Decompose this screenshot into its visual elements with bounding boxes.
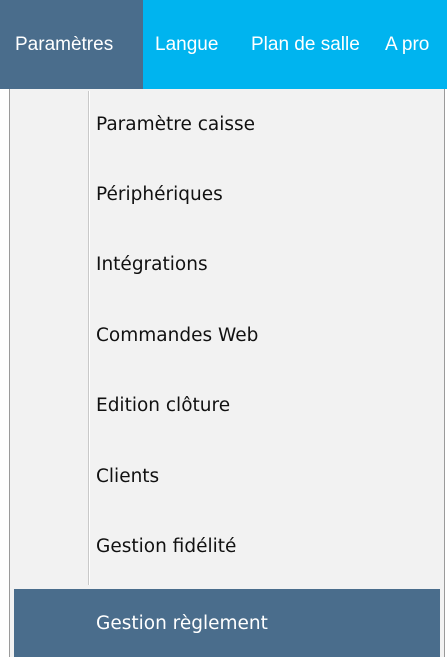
application-window: Paramètres Langue Plan de salle A pro Pa… — [0, 0, 447, 657]
menu-item-parametre-caisse[interactable]: Paramètre caisse — [10, 90, 444, 158]
menu-langue[interactable]: Langue — [155, 0, 218, 89]
menu-item-gestion-reglement[interactable]: Gestion règlement — [14, 589, 440, 657]
menu-item-gestion-fidelite[interactable]: Gestion fidélité — [10, 512, 444, 580]
parametres-dropdown-menu: Paramètre caisse Périphériques Intégrati… — [9, 89, 445, 657]
menu-item-edition-cloture[interactable]: Edition clôture — [10, 371, 444, 439]
menu-a-propos[interactable]: A pro — [385, 0, 429, 89]
menu-item-integrations[interactable]: Intégrations — [10, 230, 444, 298]
menu-item-commandes-web[interactable]: Commandes Web — [10, 301, 444, 369]
menu-plan-de-salle[interactable]: Plan de salle — [251, 0, 360, 89]
menu-item-clients[interactable]: Clients — [10, 442, 444, 510]
menu-parametres[interactable]: Paramètres — [0, 0, 143, 89]
menu-bar: Paramètres Langue Plan de salle A pro — [0, 0, 447, 89]
menu-item-peripheriques[interactable]: Périphériques — [10, 160, 444, 228]
